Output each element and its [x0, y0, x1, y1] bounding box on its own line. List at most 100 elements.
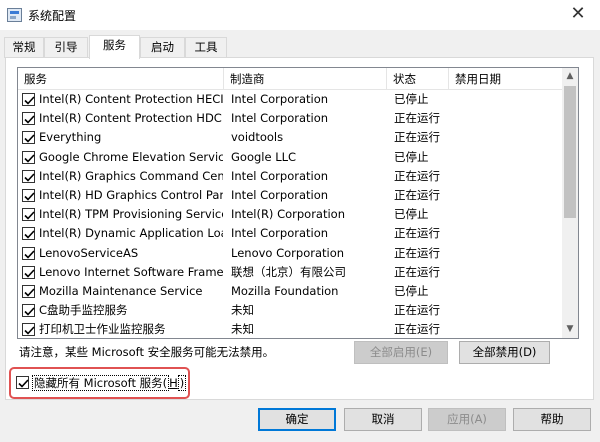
disable-all-button[interactable]: 全部禁用(D)	[459, 341, 550, 364]
service-checkbox[interactable]	[22, 93, 35, 106]
checkmark-icon	[24, 269, 35, 278]
service-checkbox[interactable]	[22, 131, 35, 145]
service-name: Everything	[39, 130, 102, 145]
service-manufacturer: voidtools	[231, 130, 284, 145]
hide-microsoft-services-highlight: 隐藏所有 Microsoft 服务(H)	[9, 367, 190, 399]
service-name: Intel(R) Content Protection HECI ...	[39, 92, 223, 106]
service-name: Mozilla Maintenance Service	[39, 283, 203, 298]
service-name: Lenovo Internet Software Frame...	[39, 264, 223, 279]
enable-all-button[interactable]: 全部启用(E)	[354, 341, 448, 364]
service-status: 正在运行	[394, 168, 440, 183]
service-manufacturer: 未知	[231, 322, 254, 337]
table-row[interactable]: LenovoServiceAS Lenovo Corporation 正在运行	[18, 244, 563, 263]
column-header-service[interactable]: 服务	[18, 68, 224, 90]
checkmark-icon	[24, 192, 35, 201]
table-row[interactable]: Intel(R) Dynamic Application Loa... Intel…	[18, 224, 563, 243]
close-button[interactable]: ✕	[556, 0, 600, 30]
table-row[interactable]: Google Chrome Elevation Servic... Google …	[18, 148, 563, 167]
service-checkbox[interactable]	[22, 284, 35, 298]
service-name: 打印机卫士作业监控服务	[39, 322, 166, 337]
service-checkbox[interactable]	[22, 150, 35, 164]
service-name: C盘助手监控服务	[39, 303, 128, 318]
hide-microsoft-services-checkbox[interactable]	[16, 376, 29, 389]
window-title: 系统配置	[28, 9, 77, 23]
service-checkbox[interactable]	[22, 304, 35, 318]
service-status: 已停止	[394, 207, 429, 222]
service-name: Google Chrome Elevation Servic...	[39, 149, 223, 164]
service-manufacturer: Intel Corporation	[231, 111, 329, 126]
service-name: Intel(R) TPM Provisioning Service	[39, 207, 223, 222]
service-manufacturer: Intel Corporation	[231, 187, 329, 202]
tab-services[interactable]: 服务	[89, 35, 140, 59]
table-row[interactable]: Intel(R) Content Protection HDCP... Intel…	[18, 109, 563, 128]
checkmark-icon	[24, 230, 35, 239]
checkmark-icon	[24, 307, 35, 316]
help-button[interactable]: 帮助	[513, 408, 591, 431]
vertical-scrollbar[interactable]: ▲ ▼	[562, 68, 578, 338]
checkmark-icon	[24, 96, 35, 105]
service-checkbox[interactable]	[22, 112, 35, 126]
service-manufacturer: 联想（北京）有限公司	[231, 264, 346, 279]
checkmark-icon	[24, 288, 35, 297]
title-bar: 系统配置 ✕	[0, 0, 600, 30]
tab-startup[interactable]: 启动	[140, 37, 185, 58]
tab-general[interactable]: 常规	[4, 37, 44, 58]
msconfig-app-icon	[7, 8, 22, 22]
service-status: 已停止	[394, 149, 429, 164]
hide-ms-accelerator-key: H	[169, 376, 178, 390]
service-checkbox[interactable]	[22, 323, 35, 337]
checkmark-icon	[24, 134, 35, 144]
cancel-button[interactable]: 取消	[344, 408, 422, 431]
service-status: 正在运行	[394, 226, 440, 241]
service-checkbox[interactable]	[22, 188, 35, 202]
table-row[interactable]: Intel(R) HD Graphics Control Pan... Intel…	[18, 186, 563, 205]
service-status: 已停止	[394, 92, 429, 106]
service-checkbox[interactable]	[22, 208, 35, 222]
service-name: Intel(R) Dynamic Application Loa...	[39, 226, 223, 241]
hide-ms-label-suffix: )	[177, 375, 187, 391]
service-checkbox[interactable]	[22, 227, 35, 241]
scroll-down-icon[interactable]: ▼	[562, 321, 578, 338]
service-checkbox[interactable]	[22, 246, 35, 260]
tab-boot[interactable]: 引导	[44, 37, 88, 58]
services-rows: Intel(R) Content Protection HECI ... Inte…	[18, 90, 563, 338]
scroll-thumb[interactable]	[564, 86, 576, 218]
service-name: Intel(R) Content Protection HDCP...	[39, 111, 223, 126]
service-checkbox[interactable]	[22, 169, 35, 183]
column-header-manufacturer[interactable]: 制造商	[224, 68, 387, 90]
service-name: LenovoServiceAS	[39, 245, 139, 260]
apply-button[interactable]: 应用(A)	[428, 408, 506, 431]
ok-button[interactable]: 确定	[258, 408, 336, 431]
service-status: 正在运行	[394, 245, 440, 260]
checkmark-icon	[18, 379, 29, 388]
table-row[interactable]: C盘助手监控服务 未知 正在运行	[18, 301, 563, 320]
services-list[interactable]: 服务 制造商 状态 禁用日期 Intel(R) Content Protecti…	[17, 67, 579, 339]
table-row[interactable]: 打印机卫士作业监控服务 未知 正在运行	[18, 320, 563, 338]
service-status: 正在运行	[394, 264, 440, 279]
service-status: 正在运行	[394, 303, 440, 318]
table-row[interactable]: Everything voidtools 正在运行	[18, 128, 563, 147]
service-checkbox[interactable]	[22, 265, 35, 279]
service-status: 正在运行	[394, 111, 440, 126]
tab-tools[interactable]: 工具	[185, 37, 227, 58]
table-row[interactable]: Mozilla Maintenance Service Mozilla Found…	[18, 282, 563, 301]
table-row[interactable]: Intel(R) Content Protection HECI ... Inte…	[18, 90, 563, 109]
service-status: 正在运行	[394, 187, 440, 202]
list-header: 服务 制造商 状态 禁用日期	[18, 68, 563, 90]
hide-microsoft-services-label[interactable]: 隐藏所有 Microsoft 服务(H)	[32, 375, 187, 391]
checkmark-icon	[24, 173, 35, 182]
service-manufacturer: Intel(R) Corporation	[231, 207, 346, 222]
table-row[interactable]: Intel(R) TPM Provisioning Service Intel(R…	[18, 205, 563, 224]
service-manufacturer: Intel Corporation	[231, 226, 329, 241]
table-row[interactable]: Intel(R) Graphics Command Cent... Intel C…	[18, 167, 563, 186]
service-status: 正在运行	[394, 322, 440, 337]
checkmark-icon	[24, 115, 35, 124]
column-header-disable-date[interactable]: 禁用日期	[449, 68, 563, 90]
scroll-up-icon[interactable]: ▲	[562, 68, 578, 85]
service-name: Intel(R) Graphics Command Cent...	[39, 168, 223, 183]
column-header-status[interactable]: 状态	[387, 68, 449, 90]
checkmark-icon	[24, 154, 35, 163]
service-manufacturer: 未知	[231, 303, 254, 318]
service-manufacturer: Lenovo Corporation	[231, 245, 345, 260]
table-row[interactable]: Lenovo Internet Software Frame... 联想（北京）有…	[18, 263, 563, 282]
